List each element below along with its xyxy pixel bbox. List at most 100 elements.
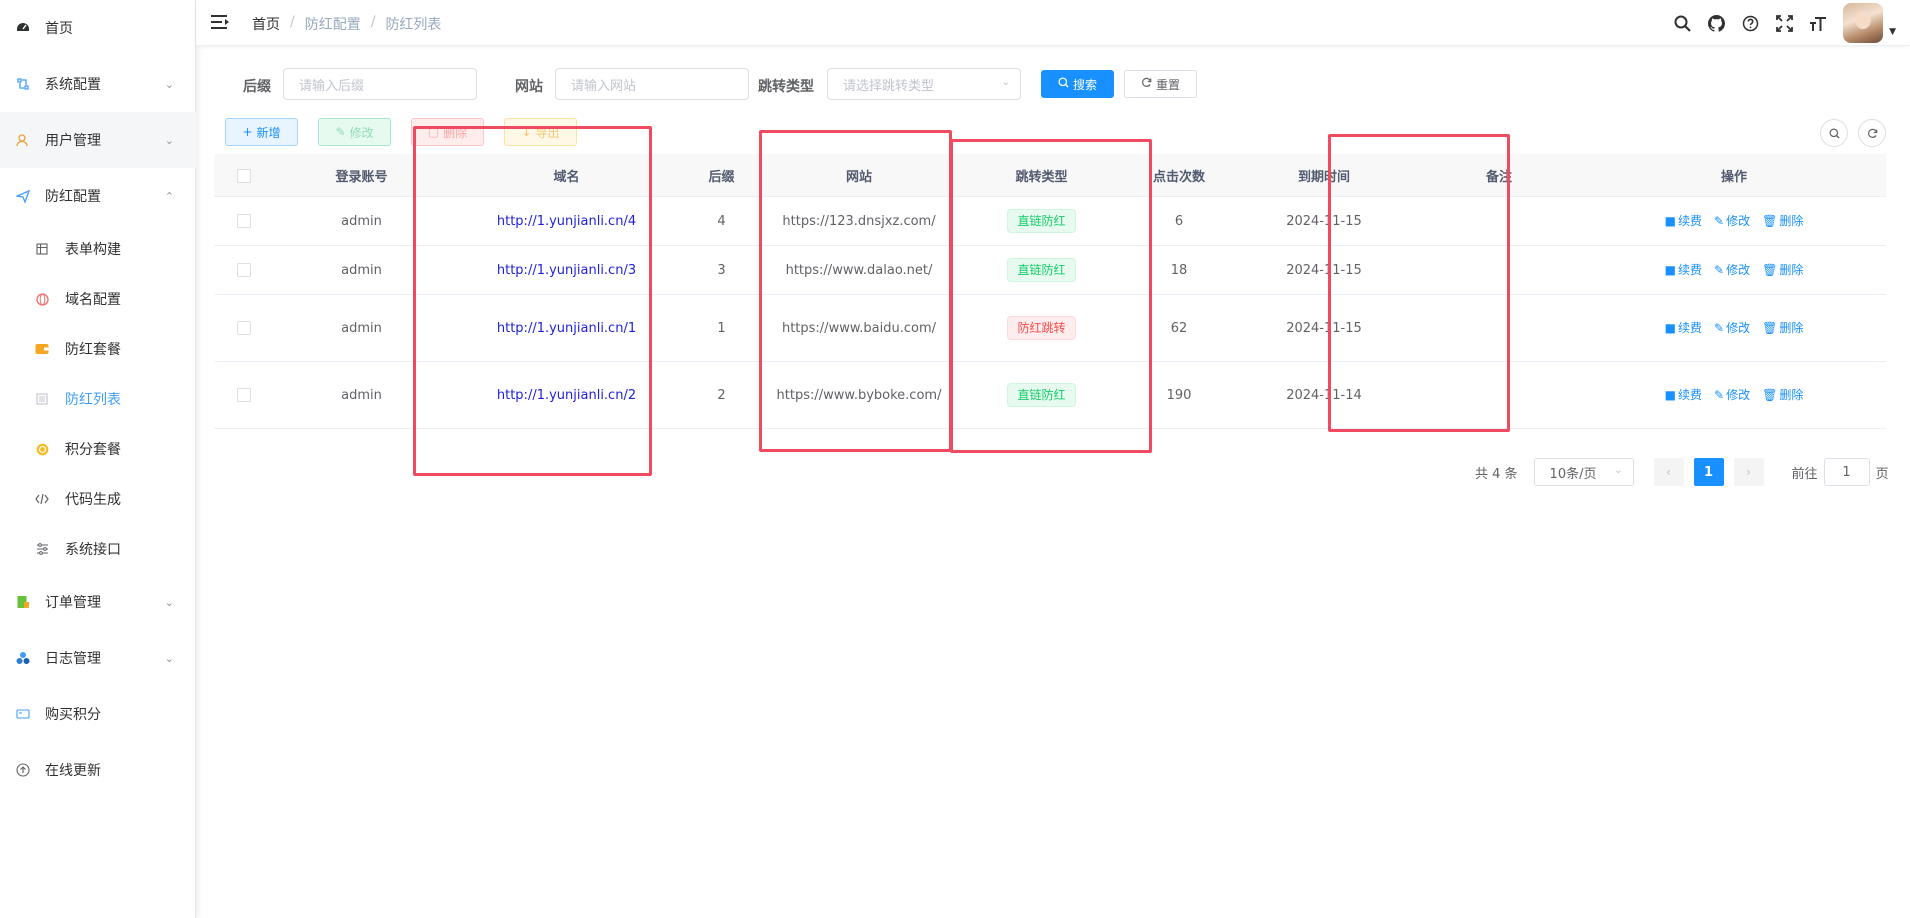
renew-button[interactable]: ■ 续费 bbox=[1665, 259, 1702, 282]
suffix-input[interactable]: 请输入后缀 bbox=[283, 68, 477, 100]
sidebar-item-system-config[interactable]: 系统配置 ⌄ bbox=[0, 56, 196, 112]
edit-icon: ✎ bbox=[1714, 387, 1725, 402]
log-icon bbox=[15, 650, 31, 666]
page-size-select[interactable]: 10条/页 ⌄ bbox=[1533, 458, 1634, 486]
sidebar-subitem-anti-red-list[interactable]: 防红列表 bbox=[0, 374, 196, 424]
fullscreen-icon[interactable] bbox=[1767, 0, 1801, 46]
sidebar-item-order-management[interactable]: 订单管理 ⌄ bbox=[0, 574, 196, 630]
row-checkbox[interactable] bbox=[237, 263, 251, 277]
plus-icon: + bbox=[242, 125, 253, 139]
export-button-label: 导出 bbox=[535, 125, 560, 140]
domain-link[interactable]: http://1.yunjianli.cn/3 bbox=[497, 259, 636, 282]
row-edit-button[interactable]: ✎ 修改 bbox=[1714, 384, 1750, 407]
account-cell: admin bbox=[341, 213, 382, 229]
font-size-icon[interactable] bbox=[1801, 0, 1835, 46]
trash-icon: 🗑 bbox=[1762, 213, 1778, 228]
goto-page-input[interactable]: 1 bbox=[1823, 458, 1870, 486]
row-delete-button[interactable]: 🗑 删除 bbox=[1762, 384, 1803, 407]
site-label: 网站 bbox=[515, 79, 543, 95]
sidebar-item-online-update[interactable]: 在线更新 bbox=[0, 742, 196, 798]
renew-button[interactable]: ■ 续费 bbox=[1665, 210, 1702, 233]
caret-down-icon[interactable]: ▼ bbox=[1889, 27, 1896, 37]
sidebar-subitem-code-gen[interactable]: 代码生成 bbox=[0, 474, 196, 524]
expire-cell: 2024-11-15 bbox=[1286, 262, 1362, 278]
delete-label: 删除 bbox=[1779, 320, 1804, 335]
refresh-table-button[interactable] bbox=[1858, 119, 1886, 147]
top-navbar: 首页 / 防红配置 / 防红列表 ▼ bbox=[196, 0, 1910, 46]
domain-link[interactable]: http://1.yunjianli.cn/1 bbox=[497, 317, 636, 340]
row-edit-button[interactable]: ✎ 修改 bbox=[1714, 259, 1750, 282]
edit-label: 修改 bbox=[1726, 213, 1751, 228]
sidebar-item-label: 在线更新 bbox=[45, 763, 101, 779]
site-cell: https://www.dalao.net/ bbox=[785, 262, 933, 278]
sidebar-subitem-form-builder[interactable]: 表单构建 bbox=[0, 224, 196, 274]
sidebar-item-label: 系统接口 bbox=[65, 542, 121, 558]
select-all-checkbox[interactable] bbox=[237, 168, 251, 183]
breadcrumb-anti-red-config[interactable]: 防红配置 bbox=[305, 14, 361, 34]
next-page-button[interactable]: › bbox=[1733, 458, 1764, 486]
github-icon[interactable] bbox=[1699, 0, 1733, 46]
search-button[interactable]: 搜索 bbox=[1041, 70, 1114, 98]
page-suffix-label: 页 bbox=[1875, 466, 1889, 482]
pagination-total: 共 4 条 bbox=[1475, 466, 1518, 482]
type-cell: 直链防红 bbox=[959, 197, 1124, 245]
toggle-search-button[interactable] bbox=[1820, 119, 1848, 147]
domain-link[interactable]: http://1.yunjianli.cn/4 bbox=[497, 210, 636, 233]
search-icon[interactable] bbox=[1665, 0, 1699, 46]
update-icon bbox=[15, 762, 31, 778]
renew-label: 续费 bbox=[1678, 387, 1703, 402]
prev-page-button[interactable]: ‹ bbox=[1653, 458, 1684, 486]
edit-icon: ✎ bbox=[1714, 213, 1725, 228]
jump-type-select[interactable]: 请选择跳转类型 ⌄ bbox=[827, 68, 1021, 100]
edit-button[interactable]: ✎ 修改 bbox=[318, 118, 391, 146]
sidebar-item-user-management[interactable]: 用户管理 ⌄ bbox=[0, 112, 196, 168]
export-button[interactable]: ↧ 导出 bbox=[504, 118, 577, 146]
package-icon bbox=[34, 341, 50, 357]
sidebar-subitem-domain-config[interactable]: 域名配置 bbox=[0, 274, 196, 324]
actions-cell: ■ 续费 ✎ 修改 🗑 删除 bbox=[1584, 362, 1884, 428]
expire-cell: 2024-11-15 bbox=[1286, 213, 1362, 229]
status-badge: 直链防红 bbox=[1007, 258, 1076, 282]
table-row: admin http://1.yunjianli.cn/2 2 https://… bbox=[214, 362, 1886, 429]
goto-label: 前往 bbox=[1791, 466, 1818, 482]
breadcrumb-home[interactable]: 首页 bbox=[252, 14, 280, 34]
row-edit-button[interactable]: ✎ 修改 bbox=[1714, 210, 1750, 233]
remark-cell bbox=[1414, 246, 1584, 294]
row-delete-button[interactable]: 🗑 删除 bbox=[1762, 210, 1803, 233]
hamburger-icon[interactable] bbox=[211, 14, 229, 30]
renew-button[interactable]: ■ 续费 bbox=[1665, 384, 1702, 407]
sidebar-item-anti-red-config[interactable]: 防红配置 ⌃ bbox=[0, 168, 196, 224]
refresh-icon bbox=[1867, 128, 1877, 138]
row-edit-button[interactable]: ✎ 修改 bbox=[1714, 317, 1750, 340]
row-checkbox[interactable] bbox=[237, 321, 251, 335]
avatar[interactable] bbox=[1843, 3, 1884, 43]
trash-icon: ▢ bbox=[427, 125, 440, 139]
breadcrumb-separator: / bbox=[370, 14, 376, 30]
sidebar-subitem-points-package[interactable]: 积分套餐 bbox=[0, 424, 196, 474]
column-header: 点击次数 bbox=[1152, 170, 1205, 185]
edit-label: 修改 bbox=[1726, 320, 1751, 335]
row-delete-button[interactable]: 🗑 删除 bbox=[1762, 317, 1803, 340]
reset-button[interactable]: 重置 bbox=[1124, 70, 1197, 98]
row-checkbox[interactable] bbox=[237, 388, 251, 402]
breadcrumb-current: 防红列表 bbox=[385, 17, 442, 33]
row-delete-button[interactable]: 🗑 删除 bbox=[1762, 259, 1803, 282]
delete-button[interactable]: ▢ 删除 bbox=[411, 118, 484, 146]
sidebar-item-buy-points[interactable]: 购买积分 bbox=[0, 686, 196, 742]
row-checkbox[interactable] bbox=[237, 214, 251, 228]
column-header: 备注 bbox=[1485, 170, 1512, 185]
sidebar-item-log-management[interactable]: 日志管理 ⌄ bbox=[0, 630, 196, 686]
table-row: admin http://1.yunjianli.cn/4 4 https://… bbox=[214, 197, 1886, 246]
sidebar-item-label: 订单管理 bbox=[45, 595, 101, 611]
site-input[interactable]: 请输入网站 bbox=[555, 68, 749, 100]
page-number-1[interactable]: 1 bbox=[1693, 458, 1724, 486]
renew-label: 续费 bbox=[1678, 213, 1703, 228]
help-icon[interactable] bbox=[1733, 0, 1767, 46]
add-button[interactable]: + 新增 bbox=[225, 118, 298, 146]
renew-button[interactable]: ■ 续费 bbox=[1665, 317, 1702, 340]
sidebar-item-home[interactable]: 首页 bbox=[0, 0, 196, 56]
domain-link[interactable]: http://1.yunjianli.cn/2 bbox=[497, 384, 636, 407]
sidebar-subitem-package[interactable]: 防红套餐 bbox=[0, 324, 196, 374]
sidebar-subitem-api[interactable]: 系统接口 bbox=[0, 524, 196, 574]
site-cell: https://www.baidu.com/ bbox=[781, 320, 937, 336]
